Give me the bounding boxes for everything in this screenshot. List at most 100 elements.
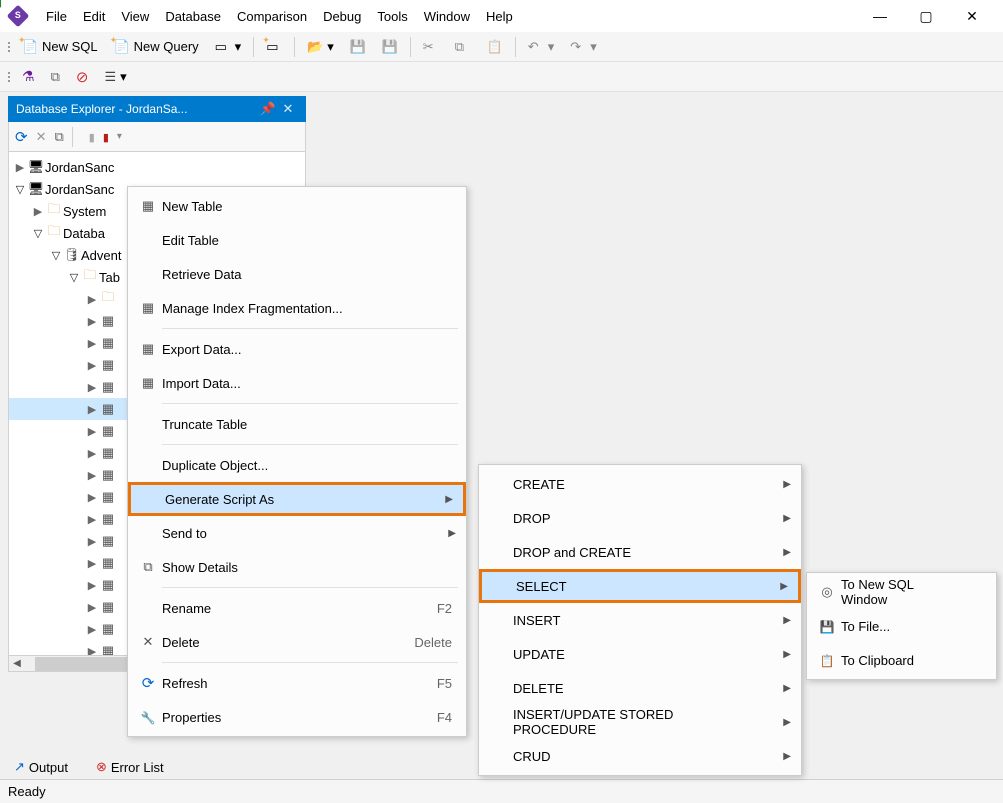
- ctx-properties[interactable]: PropertiesF4: [128, 700, 466, 734]
- redo-icon: ↷: [570, 39, 586, 55]
- tree-label: Databa: [63, 226, 105, 241]
- remove-conn-icon[interactable]: [103, 129, 109, 144]
- save-icon: [813, 619, 841, 634]
- submenu-arrow-icon: ▶: [783, 513, 791, 524]
- export-icon: ▦: [134, 341, 162, 357]
- ctx-generate-script[interactable]: Generate Script As▶: [128, 482, 466, 516]
- minimize-button[interactable]: —: [857, 0, 903, 32]
- submenu-arrow-icon: ▶: [783, 751, 791, 762]
- toolbar-grip-2[interactable]: [6, 72, 12, 82]
- frag-icon: ▦: [134, 300, 162, 316]
- menu-database[interactable]: Database: [159, 5, 227, 28]
- menu-debug[interactable]: Debug: [317, 5, 367, 28]
- menu-window[interactable]: Window: [418, 5, 476, 28]
- disconnect-icon[interactable]: [89, 129, 95, 144]
- copy-icon: ⧉: [455, 39, 471, 55]
- stop-button[interactable]: [70, 65, 95, 89]
- ctx-update[interactable]: UPDATE▶: [479, 637, 801, 671]
- paste-icon: 📋: [487, 39, 503, 55]
- ctx-to-new-sql[interactable]: To New SQL Window: [807, 575, 996, 609]
- ctx-refresh[interactable]: RefreshF5: [128, 666, 466, 700]
- context-menu-table: ▦New Table Edit Table Retrieve Data ▦Man…: [127, 186, 467, 737]
- menu-tools[interactable]: Tools: [371, 5, 413, 28]
- stop-icon: [76, 68, 89, 86]
- output-label: Output: [29, 760, 68, 775]
- submenu-arrow-icon: ▶: [783, 649, 791, 660]
- toolbar-btn-2[interactable]: ▭: [260, 36, 288, 58]
- ctx-insert[interactable]: INSERT▶: [479, 603, 801, 637]
- paste-button[interactable]: 📋: [481, 36, 509, 58]
- saveall-button[interactable]: 💾: [376, 36, 404, 58]
- copy-button[interactable]: ⧉: [449, 36, 477, 58]
- refresh-icon[interactable]: [15, 128, 28, 146]
- undo-icon: ↶: [528, 39, 544, 55]
- output-tab[interactable]: Output: [8, 755, 74, 779]
- ctx-to-file[interactable]: To File...: [807, 609, 996, 643]
- ctx-frag[interactable]: ▦Manage Index Fragmentation...: [128, 291, 466, 325]
- ctx-crud[interactable]: CRUD▶: [479, 739, 801, 773]
- list-icon: [104, 69, 116, 85]
- ctx-edit-table[interactable]: Edit Table: [128, 223, 466, 257]
- ctx-to-clipboard[interactable]: To Clipboard: [807, 643, 996, 677]
- submenu-arrow-icon: ▶: [783, 479, 791, 490]
- menu-help[interactable]: Help: [480, 5, 519, 28]
- save-button[interactable]: 💾: [344, 36, 372, 58]
- menu-file[interactable]: File: [40, 5, 73, 28]
- ctx-export[interactable]: ▦Export Data...: [128, 332, 466, 366]
- cut-button[interactable]: ✂: [417, 36, 445, 58]
- ctx-retrieve[interactable]: Retrieve Data: [128, 257, 466, 291]
- app-logo: [7, 5, 30, 28]
- new-sql-label: New SQL: [42, 39, 98, 54]
- window-icon: [813, 584, 841, 600]
- new-query-button[interactable]: 📄 New Query: [108, 36, 205, 58]
- redo-button[interactable]: ↷ ▾: [564, 36, 603, 58]
- pin-icon[interactable]: 📌: [258, 101, 278, 117]
- ctx-create[interactable]: CREATE▶: [479, 467, 801, 501]
- db-explorer-header: Database Explorer - JordanSa... 📌 ✕: [8, 96, 306, 122]
- clipboard-icon: [813, 653, 841, 668]
- ctx-new-table[interactable]: ▦New Table: [128, 189, 466, 223]
- open-icon: 📂: [307, 39, 323, 55]
- close-button[interactable]: ✕: [949, 0, 995, 32]
- menu-comparison[interactable]: Comparison: [231, 5, 313, 28]
- ctx-truncate[interactable]: Truncate Table: [128, 407, 466, 441]
- flask-button[interactable]: [16, 65, 41, 88]
- list-button[interactable]: ▾: [98, 66, 132, 88]
- ctx-delete[interactable]: ✕DeleteDelete: [128, 625, 466, 659]
- toolbar-dropdown-1[interactable]: ▭ ▾: [209, 36, 248, 58]
- open-button[interactable]: 📂 ▾: [301, 36, 340, 58]
- tree-label: JordanSanc: [45, 160, 114, 175]
- db-explorer-title: Database Explorer - JordanSa...: [16, 102, 258, 116]
- submenu-arrow-icon: ▶: [783, 615, 791, 626]
- undo-button[interactable]: ↶ ▾: [522, 36, 561, 58]
- ctx-rename[interactable]: RenameF2: [128, 591, 466, 625]
- maximize-button[interactable]: ▢: [903, 0, 949, 32]
- ctx-show-details[interactable]: ⧉Show Details: [128, 550, 466, 584]
- bottom-tabs: Output Error List: [8, 755, 170, 779]
- ctx-send-to[interactable]: Send to▶: [128, 516, 466, 550]
- error-list-tab[interactable]: Error List: [90, 755, 170, 779]
- copy2-button[interactable]: [45, 66, 66, 88]
- ctx-duplicate[interactable]: Duplicate Object...: [128, 448, 466, 482]
- db-explorer-toolbar: ▾: [8, 122, 306, 152]
- conn-dropdown[interactable]: ▾: [117, 131, 122, 142]
- toolbar-grip[interactable]: [6, 42, 12, 52]
- new-sql-button[interactable]: 📄 New SQL: [16, 36, 104, 58]
- wrench-icon: [134, 710, 162, 725]
- menu-edit[interactable]: Edit: [77, 5, 111, 28]
- dup-icon[interactable]: [54, 129, 63, 145]
- ctx-select[interactable]: SELECT▶: [479, 569, 801, 603]
- close-icon[interactable]: ✕: [278, 101, 298, 117]
- ctx-proc[interactable]: INSERT/UPDATE STORED PROCEDURE▶: [479, 705, 801, 739]
- clear-icon[interactable]: [36, 129, 47, 145]
- ctx-import[interactable]: ▦Import Data...: [128, 366, 466, 400]
- ctx-delete-script[interactable]: DELETE▶: [479, 671, 801, 705]
- delete-icon: ✕: [134, 634, 162, 650]
- error-label: Error List: [111, 760, 164, 775]
- scroll-left-icon[interactable]: ◀: [9, 656, 25, 671]
- ctx-drop[interactable]: DROP▶: [479, 501, 801, 535]
- ctx-dropcreate[interactable]: DROP and CREATE▶: [479, 535, 801, 569]
- secondary-toolbar: ▾: [0, 62, 1003, 92]
- menu-view[interactable]: View: [115, 5, 155, 28]
- tree-conn-1[interactable]: ▶🖥JordanSanc: [9, 156, 305, 178]
